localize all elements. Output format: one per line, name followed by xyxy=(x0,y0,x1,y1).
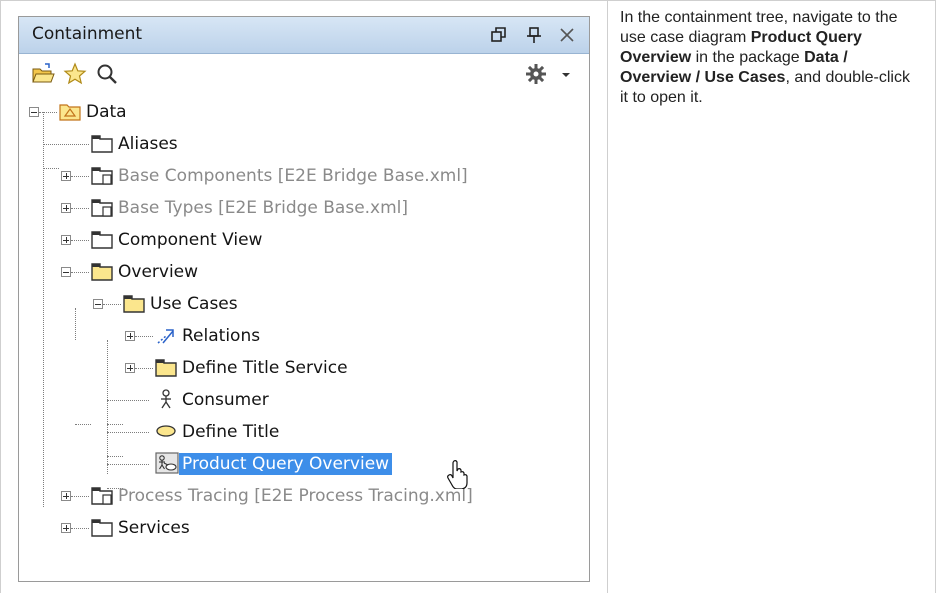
tree-row-overview[interactable]: Overview xyxy=(19,258,591,286)
tree-line xyxy=(135,368,153,369)
expand-toggle[interactable] xyxy=(61,171,71,181)
tree-item-label: Define Title xyxy=(182,422,280,442)
use-case-diagram-icon xyxy=(155,452,179,474)
tree-row-services[interactable]: Services xyxy=(19,514,591,542)
tree-line xyxy=(71,208,89,209)
expand-toggle[interactable] xyxy=(61,491,71,501)
tree-row-data[interactable]: Data xyxy=(19,98,591,126)
close-icon[interactable] xyxy=(557,25,577,45)
folder-icon xyxy=(123,293,145,313)
tree-item-label: Process Tracing [E2E Process Tracing.xml… xyxy=(118,486,473,506)
search-icon[interactable] xyxy=(95,62,119,86)
containment-panel: Containment Data Aliases Base Components… xyxy=(18,16,590,582)
tree-item-label: Component View xyxy=(118,230,263,250)
table-border-right xyxy=(935,0,936,593)
package-icon xyxy=(91,133,113,153)
tree-line xyxy=(43,144,89,145)
tree-line xyxy=(103,304,121,305)
tree-item-label: Overview xyxy=(118,262,199,282)
tree-item-label: Base Types [E2E Bridge Base.xml] xyxy=(118,198,409,218)
model-folder-icon xyxy=(59,101,81,121)
use-case-icon xyxy=(155,421,177,441)
actor-icon xyxy=(155,389,177,409)
tree-line xyxy=(71,240,89,241)
tree-line xyxy=(71,176,89,177)
relations-icon xyxy=(155,325,177,345)
tree-row-define-title-service[interactable]: Define Title Service xyxy=(19,354,591,382)
tree-row-process-tracing[interactable]: Process Tracing [E2E Process Tracing.xml… xyxy=(19,482,591,510)
package-icon xyxy=(91,517,113,537)
tree-item-label: Use Cases xyxy=(150,294,238,314)
shared-package-icon xyxy=(91,485,113,505)
package-icon xyxy=(91,229,113,249)
expand-toggle[interactable] xyxy=(125,331,135,341)
tree-item-label: Data xyxy=(86,102,127,122)
tree-item-label: Aliases xyxy=(118,134,178,154)
table-divider xyxy=(607,0,608,593)
chevron-down-icon[interactable] xyxy=(559,62,573,86)
tree-row-product-query-overview[interactable]: Product Query Overview xyxy=(19,450,591,478)
containment-tree: Data Aliases Base Components [E2E Bridge… xyxy=(19,94,589,581)
tree-item-label: Product Query Overview xyxy=(179,453,393,475)
tree-row-base-types[interactable]: Base Types [E2E Bridge Base.xml] xyxy=(19,194,591,222)
instruction-part: in the package xyxy=(691,49,805,66)
tree-line xyxy=(71,528,89,529)
mouse-cursor-icon xyxy=(447,459,469,490)
restore-window-icon[interactable] xyxy=(489,25,509,45)
expand-toggle[interactable] xyxy=(125,363,135,373)
folder-icon xyxy=(91,261,113,281)
collapse-toggle[interactable] xyxy=(93,299,103,309)
tree-item-label: Base Components [E2E Bridge Base.xml] xyxy=(118,166,468,186)
expand-toggle[interactable] xyxy=(61,523,71,533)
tree-line xyxy=(39,112,57,113)
tree-row-aliases[interactable]: Aliases xyxy=(19,130,591,158)
panel-toolbar xyxy=(19,54,589,94)
panel-titlebar: Containment xyxy=(19,17,589,54)
table-border-left xyxy=(0,0,1,593)
tree-line xyxy=(107,464,149,465)
tree-line xyxy=(135,336,153,337)
tree-row-use-cases[interactable]: Use Cases xyxy=(19,290,591,318)
instruction-text: In the containment tree, navigate to the… xyxy=(620,8,920,108)
gear-icon[interactable] xyxy=(524,62,548,86)
shared-package-icon xyxy=(91,165,113,185)
expand-toggle[interactable] xyxy=(61,203,71,213)
tree-row-base-components[interactable]: Base Components [E2E Bridge Base.xml] xyxy=(19,162,591,190)
collapse-toggle[interactable] xyxy=(29,107,39,117)
tree-item-label: Define Title Service xyxy=(182,358,348,378)
tree-row-relations[interactable]: Relations xyxy=(19,322,591,350)
shared-package-icon xyxy=(91,197,113,217)
tree-line xyxy=(71,496,89,497)
tree-line xyxy=(71,272,89,273)
star-icon[interactable] xyxy=(63,62,87,86)
table-border-top xyxy=(0,0,936,1)
expand-toggle[interactable] xyxy=(61,235,71,245)
tree-item-label: Services xyxy=(118,518,190,538)
tree-line xyxy=(107,432,149,433)
panel-title: Containment xyxy=(32,24,143,44)
folder-icon xyxy=(155,357,177,377)
tree-line xyxy=(107,400,149,401)
tree-item-label: Consumer xyxy=(182,390,269,410)
tree-row-define-title[interactable]: Define Title xyxy=(19,418,591,446)
open-folder-icon[interactable] xyxy=(31,62,55,86)
tree-item-label: Relations xyxy=(182,326,261,346)
collapse-toggle[interactable] xyxy=(61,267,71,277)
tree-row-consumer[interactable]: Consumer xyxy=(19,386,591,414)
pin-icon[interactable] xyxy=(524,25,544,45)
tree-row-component-view[interactable]: Component View xyxy=(19,226,591,254)
